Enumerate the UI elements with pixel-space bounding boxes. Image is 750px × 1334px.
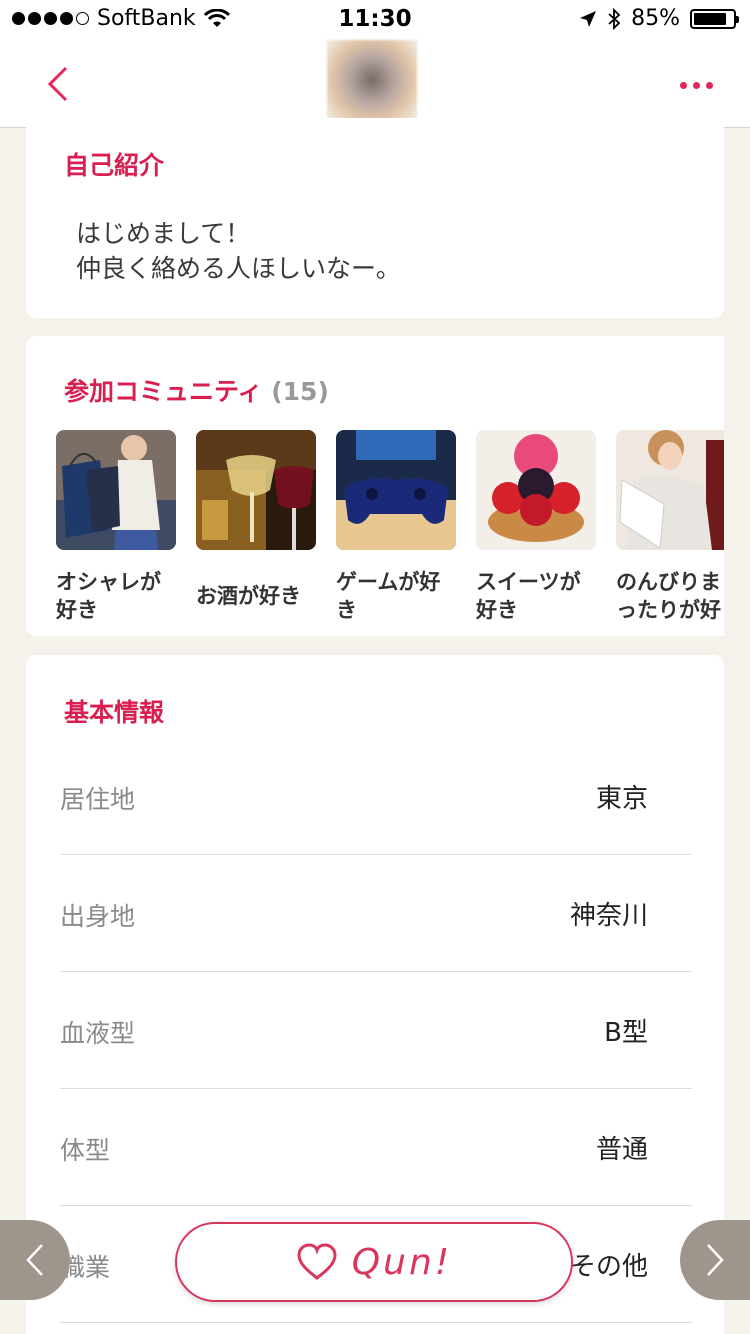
community-label-line: のんびりま [616,570,721,594]
intro-card: 自己紹介 はじめまして！ 仲良く絡める人ほしいなー。 [26,118,724,318]
community-label: ゲームが好き [336,566,456,626]
info-row-residence: 居住地 東京 [60,738,692,855]
community-item[interactable]: ゲームが好き [336,430,456,626]
info-value: 神奈川 [569,901,648,931]
community-label-line: 好き [476,598,518,622]
next-profile-button[interactable] [680,1220,750,1300]
community-label: スイーツが 好き [476,566,596,626]
community-label-line: ったりが好 [616,598,721,622]
back-button[interactable] [36,60,80,108]
communities-count: (15) [271,377,329,406]
location-arrow-icon [580,10,597,27]
more-button[interactable] [672,68,720,102]
community-item[interactable]: オシャレが 好き [56,430,176,626]
chevron-left-icon [26,1244,43,1276]
info-value: 東京 [595,784,648,814]
intro-line: はじめまして！ [76,219,251,248]
intro-line: 仲良く絡める人ほしいなー。 [76,254,401,283]
bluetooth-icon [608,7,621,30]
community-item[interactable]: お酒が好き [196,430,316,626]
community-thumbnail [56,430,176,550]
battery-icon [690,8,739,29]
nav-bar [0,40,750,128]
intro-title: 自己紹介 [64,151,165,180]
info-label: 血液型 [60,1019,136,1048]
info-label: 体型 [60,1136,111,1165]
community-list: オシャレが 好き お酒が好き ゲームが好 き スイーツが 好き のんびりま った… [56,430,724,626]
basic-info-title: 基本情報 [64,698,165,727]
community-label-line: オシャレが [56,570,161,594]
community-label: お酒が好き [196,566,316,626]
battery-level [694,12,727,25]
info-row-blood-type: 血液型 B型 [60,972,692,1089]
battery-percent: 85% [631,6,680,31]
communities-title: 参加コミュニティ (15) [64,372,329,408]
community-label-line: 好き [56,598,98,622]
info-value: B型 [604,1018,648,1048]
community-label-line: き [336,598,357,622]
info-row-hometown: 出身地 神奈川 [60,855,692,972]
chevron-left-icon [47,66,68,102]
community-label: オシャレが 好き [56,566,176,626]
community-thumbnail [476,430,596,550]
community-item[interactable]: のんびりまったりが好 [616,430,724,626]
status-right: 85% [579,6,739,31]
info-value: 普通 [595,1135,648,1165]
info-value: その他 [569,1252,648,1282]
info-label: 出身地 [60,902,136,931]
community-thumbnail [336,430,456,550]
qun-button[interactable]: Qun! [175,1222,573,1302]
avatar[interactable] [327,40,417,128]
community-label-line: スイーツが [476,570,581,594]
community-item[interactable]: スイーツが 好き [476,430,596,626]
communities-card: 参加コミュニティ (15) オシャレが 好き お酒が好き ゲームが好 き スイー… [26,336,724,636]
chevron-right-icon [707,1244,724,1276]
community-label: のんびりまったりが好 [616,566,724,626]
qun-label: Qun! [351,1241,453,1283]
community-label-line: お酒が好き [196,584,301,608]
community-thumbnail [616,430,724,550]
heart-icon [297,1243,337,1280]
communities-title-text: 参加コミュニティ [64,377,263,406]
info-label: 居住地 [60,785,136,814]
info-row-body-type: 体型 普通 [60,1089,692,1206]
status-bar: SoftBank 11:30 85% [0,0,750,40]
community-thumbnail [196,430,316,550]
more-dots-icon [679,81,687,89]
community-label-line: ゲームが好 [336,570,441,594]
intro-text: はじめまして！ 仲良く絡める人ほしいなー。 [76,216,401,286]
